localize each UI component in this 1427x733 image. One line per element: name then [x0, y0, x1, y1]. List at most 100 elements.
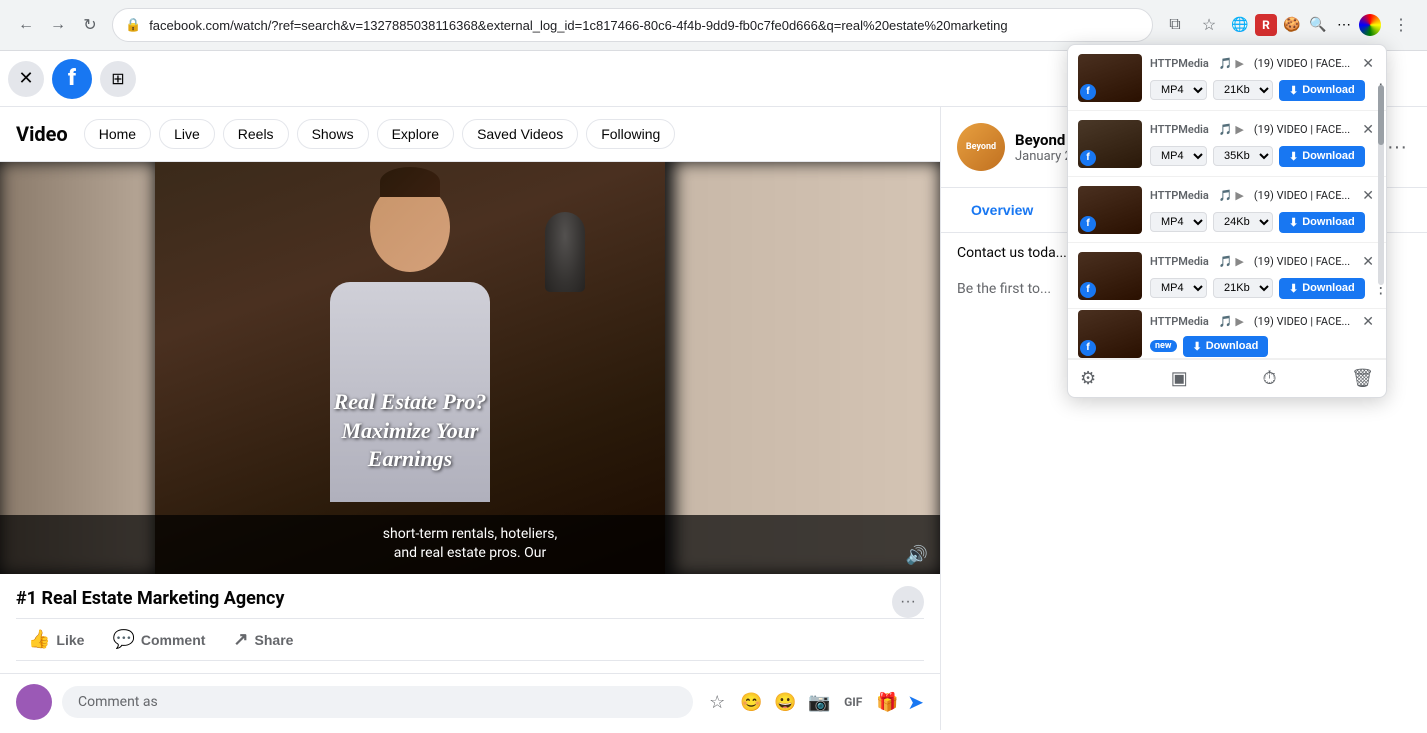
- download-thumb-5: f: [1078, 310, 1142, 358]
- nav-live[interactable]: Live: [159, 119, 215, 149]
- close-btn-4[interactable]: ✕: [1360, 251, 1376, 272]
- video-controls: 🔊: [906, 545, 928, 566]
- sticker-icon[interactable]: 😊: [737, 688, 765, 716]
- download-popup: f HTTPMedia 🎵 ▶ (19) VIDEO | FACE... ✕ M…: [1067, 44, 1387, 398]
- comment-input[interactable]: Comment as: [62, 686, 693, 718]
- fb-badge-3: f: [1080, 216, 1096, 232]
- settings-icon[interactable]: ⚙: [1080, 368, 1096, 389]
- download-label-5: Download: [1206, 340, 1259, 352]
- format-select-1[interactable]: MP4: [1150, 80, 1207, 100]
- subtitle-line1: short-term rentals, hoteliers,: [383, 526, 557, 542]
- overlay-main-text: Real Estate Pro?Maximize YourEarnings: [334, 388, 487, 474]
- download-item-1: f HTTPMedia 🎵 ▶ (19) VIDEO | FACE... ✕ M…: [1068, 45, 1386, 111]
- download-controls-3: MP4 24Kb ⬇ Download ⋮: [1150, 210, 1376, 234]
- channel-more-button[interactable]: ···: [1383, 133, 1411, 161]
- download-icon-2: ⬇: [1289, 150, 1298, 163]
- close-btn-2[interactable]: ✕: [1360, 119, 1376, 140]
- tab-search-button[interactable]: ⧉: [1161, 11, 1189, 39]
- video-nav: Video Home Live Reels Shows Explore Save…: [0, 107, 940, 162]
- color-ext-icon[interactable]: [1359, 14, 1381, 36]
- share-button[interactable]: ↗ Share: [221, 623, 305, 656]
- gift-icon[interactable]: 🎁: [873, 688, 901, 716]
- like-button[interactable]: 👍 Like: [16, 623, 96, 656]
- back-button[interactable]: ←: [12, 11, 40, 39]
- nav-following[interactable]: Following: [586, 119, 675, 149]
- nav-explore[interactable]: Explore: [377, 119, 454, 149]
- download-thumb-2: f: [1078, 120, 1142, 168]
- download-source-1: HTTPMedia: [1150, 57, 1209, 70]
- close-btn-5[interactable]: ✕: [1360, 311, 1376, 332]
- video-bg-right: [675, 162, 940, 574]
- download-label-1: Download: [1302, 84, 1355, 96]
- overview-button[interactable]: Overview: [957, 196, 1047, 224]
- channel-avatar[interactable]: Beyond: [957, 123, 1005, 171]
- video-title: #1 Real Estate Marketing Agency: [16, 588, 284, 609]
- download-btn-2[interactable]: ⬇ Download: [1279, 146, 1365, 167]
- history-icon[interactable]: ⏱: [1262, 368, 1276, 389]
- size-select-4[interactable]: 21Kb: [1213, 278, 1273, 298]
- video-player[interactable]: Real Estate Pro?Maximize YourEarnings sh…: [0, 162, 940, 574]
- comment-icon: 💬: [112, 629, 134, 650]
- nav-reels[interactable]: Reels: [223, 119, 289, 149]
- grid-menu-button[interactable]: ⊞: [100, 61, 136, 97]
- download-btn-1[interactable]: ⬇ Download: [1279, 80, 1365, 101]
- share-label: Share: [255, 632, 294, 648]
- trash-icon[interactable]: 🗑: [1351, 368, 1374, 389]
- google-ext-icon[interactable]: 🔍: [1307, 14, 1329, 36]
- like-label: Like: [56, 632, 84, 648]
- download-source-2: HTTPMedia: [1150, 123, 1209, 136]
- format-select-3[interactable]: MP4: [1150, 212, 1207, 232]
- download-btn-4[interactable]: ⬇ Download: [1279, 278, 1365, 299]
- fb-close-button[interactable]: ✕: [8, 61, 44, 97]
- layout-icon[interactable]: ▣: [1171, 368, 1188, 389]
- nav-saved-videos[interactable]: Saved Videos: [462, 119, 578, 149]
- download-thumb-3: f: [1078, 186, 1142, 234]
- format-select-2[interactable]: MP4: [1150, 146, 1207, 166]
- nav-shows[interactable]: Shows: [297, 119, 369, 149]
- download-item-5: f HTTPMedia 🎵 ▶ (19) VIDEO | FACE... ✕ n…: [1068, 309, 1386, 359]
- cookie-ext-icon[interactable]: 🍪: [1281, 14, 1303, 36]
- volume-icon[interactable]: 🔊: [906, 545, 928, 566]
- lock-icon: 🔒: [125, 18, 141, 33]
- fb-badge-5: f: [1080, 340, 1096, 356]
- globe-ext-icon[interactable]: 🌐: [1229, 14, 1251, 36]
- size-select-2[interactable]: 35Kb: [1213, 146, 1273, 166]
- facebook-logo[interactable]: f: [52, 59, 92, 99]
- download-btn-3[interactable]: ⬇ Download: [1279, 212, 1365, 233]
- address-bar[interactable]: 🔒: [112, 8, 1153, 42]
- format-select-4[interactable]: MP4: [1150, 278, 1207, 298]
- download-title-3: (19) VIDEO | FACE...: [1254, 189, 1350, 202]
- photo-icon[interactable]: 📷: [805, 688, 833, 716]
- download-title-2: (19) VIDEO | FACE...: [1254, 123, 1350, 136]
- red-ext-icon[interactable]: R: [1255, 14, 1277, 36]
- bookmark-button[interactable]: ☆: [1195, 11, 1223, 39]
- download-header-5: HTTPMedia 🎵 ▶ (19) VIDEO | FACE... ✕: [1150, 311, 1376, 332]
- nav-home[interactable]: Home: [84, 119, 151, 149]
- download-info-4: HTTPMedia 🎵 ▶ (19) VIDEO | FACE... ✕ MP4…: [1150, 251, 1376, 300]
- dots-ext-icon[interactable]: ⋯: [1333, 14, 1355, 36]
- forward-button[interactable]: →: [44, 11, 72, 39]
- close-btn-1[interactable]: ✕: [1360, 53, 1376, 74]
- microphone: [545, 212, 585, 292]
- size-select-1[interactable]: 21Kb: [1213, 80, 1273, 100]
- close-btn-3[interactable]: ✕: [1360, 185, 1376, 206]
- grid-icon: ⊞: [111, 69, 124, 89]
- star-icon[interactable]: ☆: [703, 688, 731, 716]
- video-person: Real Estate Pro?Maximize YourEarnings: [155, 162, 665, 574]
- media-icons-2: 🎵 ▶: [1219, 123, 1244, 136]
- media-icons-1: 🎵 ▶: [1219, 57, 1244, 70]
- reload-button[interactable]: ↻: [76, 11, 104, 39]
- url-input[interactable]: [149, 18, 1140, 33]
- download-item-2: f HTTPMedia 🎵 ▶ (19) VIDEO | FACE... ✕ M…: [1068, 111, 1386, 177]
- more-options-button[interactable]: ⋮: [1387, 11, 1415, 39]
- download-btn-5[interactable]: ⬇ Download: [1183, 336, 1269, 357]
- popup-scrollbar[interactable]: [1378, 85, 1384, 285]
- comment-area: Comment as ☆ 😊 😀 📷 GIF 🎁 ➤: [0, 673, 940, 730]
- video-more-button[interactable]: ···: [892, 586, 924, 618]
- size-select-3[interactable]: 24Kb: [1213, 212, 1273, 232]
- download-info-2: HTTPMedia 🎵 ▶ (19) VIDEO | FACE... ✕ MP4…: [1150, 119, 1376, 168]
- send-button[interactable]: ➤: [907, 690, 924, 714]
- gif-icon[interactable]: GIF: [839, 688, 867, 716]
- emoji-icon[interactable]: 😀: [771, 688, 799, 716]
- comment-button[interactable]: 💬 Comment: [100, 623, 217, 656]
